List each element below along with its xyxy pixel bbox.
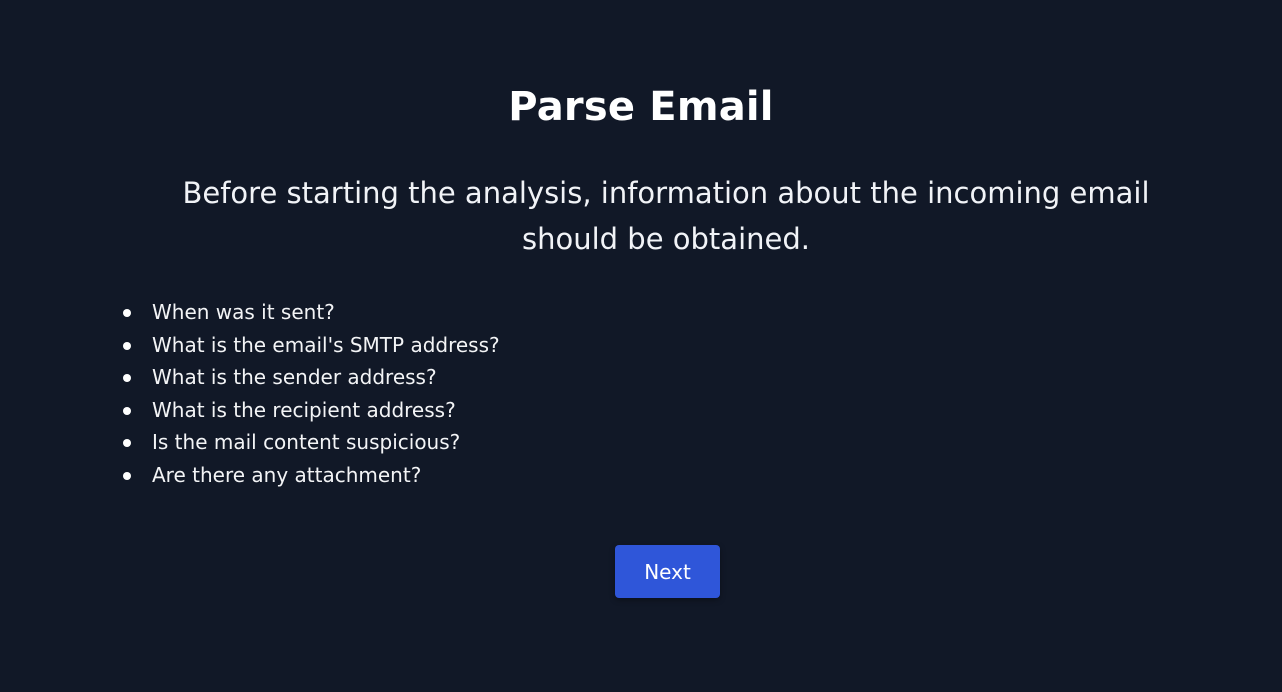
question-text: Are there any attachment?	[152, 462, 422, 487]
question-text: What is the email's SMTP address?	[152, 332, 500, 357]
bullet-icon	[123, 439, 131, 448]
list-item: Is the mail content suspicious?	[118, 426, 500, 459]
page-description: Before starting the analysis, informatio…	[182, 176, 1150, 256]
next-button[interactable]: Next	[615, 545, 720, 598]
list-item: What is the email's SMTP address?	[118, 329, 500, 362]
question-text: What is the sender address?	[152, 365, 437, 390]
list-item: When was it sent?	[118, 296, 500, 329]
bullet-icon	[123, 374, 131, 383]
question-text: When was it sent?	[152, 300, 335, 324]
list-item: What is the sender address?	[118, 361, 500, 394]
question-text: What is the recipient address?	[152, 397, 456, 422]
parse-email-page: Parse Email Before starting the analysis…	[0, 0, 1282, 692]
list-item: What is the recipient address?	[118, 394, 500, 427]
bullet-icon	[123, 471, 131, 480]
page-title: Parse Email	[508, 84, 774, 130]
bullet-icon	[123, 406, 131, 415]
question-list: When was it sent? What is the email's SM…	[118, 296, 500, 492]
bullet-icon	[123, 309, 131, 317]
question-text: Is the mail content suspicious?	[152, 430, 461, 455]
bullet-icon	[123, 341, 131, 350]
list-item: Are there any attachment?	[118, 459, 500, 492]
